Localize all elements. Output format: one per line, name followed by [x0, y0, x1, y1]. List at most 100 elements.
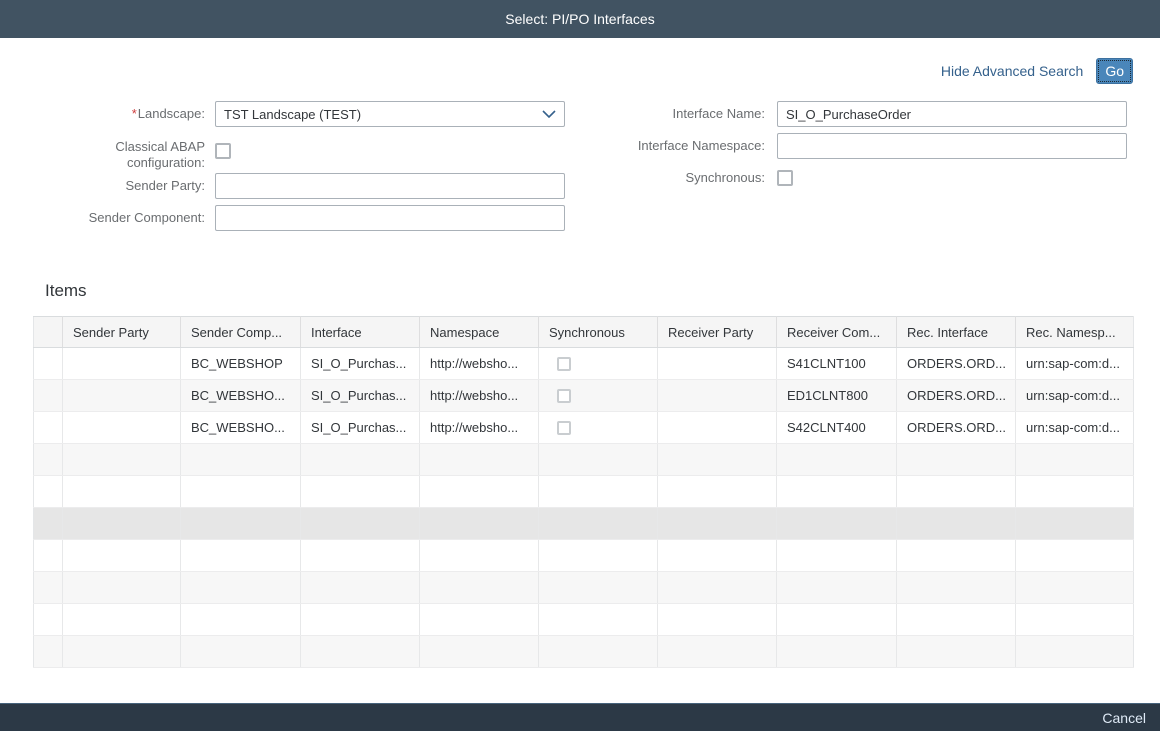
empty-cell [1016, 604, 1134, 636]
row-selector-cell[interactable] [34, 604, 63, 636]
rec-namespace-cell: urn:sap-com:d... [1016, 380, 1134, 412]
rec-interface-cell: ORDERS.ORD... [897, 348, 1016, 380]
empty-cell [897, 636, 1016, 668]
empty-cell [301, 444, 420, 476]
form-row-sender-component: Sender Component: [0, 205, 565, 231]
empty-cell [420, 476, 539, 508]
items-title: Items [45, 281, 87, 301]
empty-cell [777, 636, 897, 668]
row-selector-cell[interactable] [34, 348, 63, 380]
empty-cell [63, 476, 181, 508]
sender-component-cell: BC_WEBSHO... [181, 412, 301, 444]
column-header[interactable]: Receiver Party [658, 317, 777, 348]
table-row[interactable]: BC_WEBSHOPSI_O_Purchas...http://websho..… [34, 348, 1134, 380]
table-row[interactable]: BC_WEBSHO...SI_O_Purchas...http://websho… [34, 380, 1134, 412]
column-header[interactable]: Rec. Namesp... [1016, 317, 1134, 348]
column-header[interactable]: Sender Party [63, 317, 181, 348]
column-header[interactable]: Namespace [420, 317, 539, 348]
empty-cell [1016, 540, 1134, 572]
empty-cell [301, 508, 420, 540]
empty-cell [181, 636, 301, 668]
receiver-party-cell [658, 412, 777, 444]
empty-cell [777, 444, 897, 476]
table-row-empty[interactable] [34, 540, 1134, 572]
selector-column-header[interactable] [34, 317, 63, 348]
sender-party-cell [63, 412, 181, 444]
empty-cell [301, 604, 420, 636]
empty-cell [63, 604, 181, 636]
rec-interface-cell: ORDERS.ORD... [897, 380, 1016, 412]
table-row-empty[interactable] [34, 572, 1134, 604]
row-selector-cell[interactable] [34, 636, 63, 668]
empty-cell [897, 476, 1016, 508]
interface-name-input[interactable] [777, 101, 1127, 127]
row-selector-cell[interactable] [34, 444, 63, 476]
synchronous-checkbox[interactable] [557, 389, 571, 403]
synchronous-cell [539, 412, 658, 444]
receiver-component-cell: S42CLNT400 [777, 412, 897, 444]
column-header[interactable]: Rec. Interface [897, 317, 1016, 348]
table-row-empty[interactable] [34, 636, 1134, 668]
empty-cell [539, 636, 658, 668]
sender-party-cell [63, 348, 181, 380]
sender-component-label: Sender Component: [60, 205, 205, 231]
synchronous-checkbox[interactable] [557, 421, 571, 435]
column-header[interactable]: Interface [301, 317, 420, 348]
row-selector-cell[interactable] [34, 540, 63, 572]
table-row-empty[interactable] [34, 444, 1134, 476]
column-header[interactable]: Receiver Com... [777, 317, 897, 348]
row-selector-cell[interactable] [34, 572, 63, 604]
empty-cell [301, 476, 420, 508]
table-row-empty[interactable] [34, 604, 1134, 636]
empty-cell [181, 444, 301, 476]
empty-cell [539, 476, 658, 508]
sender-party-cell [63, 380, 181, 412]
empty-cell [777, 476, 897, 508]
items-table-header-row: Sender PartySender Comp...InterfaceNames… [34, 317, 1134, 348]
interface-cell: SI_O_Purchas... [301, 412, 420, 444]
table-row[interactable]: BC_WEBSHO...SI_O_Purchas...http://websho… [34, 412, 1134, 444]
empty-cell [658, 572, 777, 604]
empty-cell [63, 572, 181, 604]
empty-cell [1016, 508, 1134, 540]
table-row-empty[interactable] [34, 476, 1134, 508]
form-row-synchronous: Synchronous: [0, 165, 793, 191]
synchronous-cell [539, 348, 658, 380]
namespace-cell: http://websho... [420, 380, 539, 412]
empty-cell [420, 636, 539, 668]
empty-cell [658, 476, 777, 508]
column-header[interactable]: Synchronous [539, 317, 658, 348]
row-selector-cell[interactable] [34, 380, 63, 412]
empty-cell [63, 508, 181, 540]
receiver-party-cell [658, 380, 777, 412]
interface-namespace-input[interactable] [777, 133, 1127, 159]
empty-cell [420, 540, 539, 572]
synchronous-checkbox[interactable] [557, 357, 571, 371]
row-selector-cell[interactable] [34, 476, 63, 508]
search-controls: Hide Advanced Search Go [941, 58, 1133, 83]
form-row-interface-namespace: Interface Namespace: [0, 133, 1127, 159]
row-selector-cell[interactable] [34, 508, 63, 540]
empty-cell [420, 604, 539, 636]
empty-cell [658, 604, 777, 636]
row-selector-cell[interactable] [34, 412, 63, 444]
sender-component-cell: BC_WEBSHO... [181, 380, 301, 412]
go-button[interactable]: Go [1096, 58, 1133, 84]
synchronous-checkbox[interactable] [777, 170, 793, 186]
receiver-party-cell [658, 348, 777, 380]
form-row-interface-name: Interface Name: [0, 101, 1127, 127]
empty-cell [63, 540, 181, 572]
empty-cell [897, 604, 1016, 636]
empty-cell [63, 636, 181, 668]
empty-cell [1016, 476, 1134, 508]
sender-component-cell: BC_WEBSHOP [181, 348, 301, 380]
hide-advanced-search-link[interactable]: Hide Advanced Search [941, 63, 1083, 79]
empty-cell [1016, 572, 1134, 604]
receiver-component-cell: S41CLNT100 [777, 348, 897, 380]
empty-cell [63, 444, 181, 476]
sender-component-input[interactable] [215, 205, 565, 231]
column-header[interactable]: Sender Comp... [181, 317, 301, 348]
cancel-button[interactable]: Cancel [1102, 710, 1146, 726]
table-row-empty[interactable] [34, 508, 1134, 540]
empty-cell [897, 508, 1016, 540]
